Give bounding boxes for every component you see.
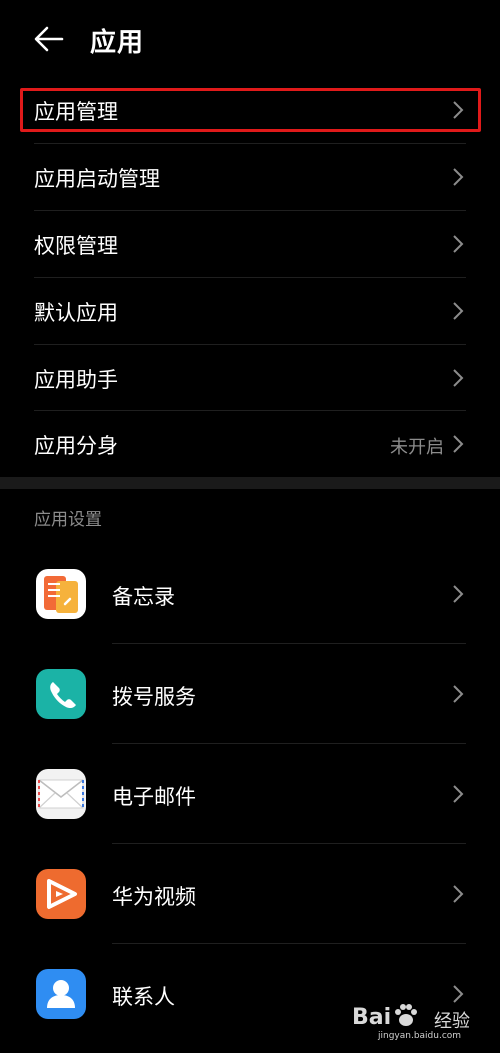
menu-item-app-assistant[interactable]: 应用助手	[0, 345, 500, 411]
chevron-right-icon	[453, 885, 464, 903]
chevron-right-icon	[453, 685, 464, 703]
chevron-right-icon	[453, 785, 464, 803]
chevron-right-icon	[453, 585, 464, 603]
menu-item-app-launch[interactable]: 应用启动管理	[0, 144, 500, 210]
header: 应用	[0, 0, 500, 80]
contacts-icon	[36, 969, 86, 1019]
watermark-brand: Bai	[352, 1005, 392, 1030]
app-item-email[interactable]: 电子邮件	[0, 744, 500, 844]
baidu-jingyan-watermark: Bai 经验 jingyan.baidu.com	[352, 1003, 472, 1041]
menu-item-label: 应用助手	[34, 368, 118, 392]
app-item-notepad[interactable]: 备忘录	[0, 544, 500, 644]
chevron-right-icon	[453, 235, 464, 253]
chevron-right-icon	[453, 369, 464, 387]
menu-item-label: 权限管理	[34, 234, 118, 258]
section-separator	[0, 477, 500, 489]
section-title: 应用设置	[34, 510, 102, 530]
app-settings-screen: 应用 应用管理 应用启动管理 权限管理 默认应用 应用助手 应用分身 未开启 应…	[0, 0, 500, 1053]
page-title: 应用	[90, 28, 145, 58]
app-item-label: 华为视频	[112, 885, 196, 909]
back-arrow-icon[interactable]	[34, 26, 64, 52]
app-item-label: 拨号服务	[112, 685, 196, 709]
watermark-url: jingyan.baidu.com	[378, 1031, 462, 1041]
menu-item-label: 应用分身	[34, 434, 118, 458]
phone-icon	[36, 669, 86, 719]
app-twin-status: 未开启	[390, 437, 444, 458]
video-icon	[36, 869, 86, 919]
chevron-right-icon	[453, 985, 464, 1003]
app-item-dialer[interactable]: 拨号服务	[0, 644, 500, 744]
app-item-label: 备忘录	[112, 585, 175, 609]
paw-icon	[395, 1004, 417, 1026]
chevron-right-icon	[453, 435, 464, 453]
menu-item-permission-management[interactable]: 权限管理	[0, 211, 500, 277]
notepad-icon	[36, 569, 86, 619]
menu-item-default-apps[interactable]: 默认应用	[0, 278, 500, 344]
watermark-suffix: 经验	[434, 1011, 470, 1032]
app-item-label: 联系人	[112, 985, 175, 1009]
app-item-huawei-video[interactable]: 华为视频	[0, 844, 500, 944]
chevron-right-icon	[453, 302, 464, 320]
email-icon	[36, 769, 86, 819]
menu-item-app-twin[interactable]: 应用分身 未开启	[0, 411, 500, 477]
chevron-right-icon	[453, 168, 464, 186]
highlight-annotation-box	[20, 88, 481, 132]
menu-item-label: 应用启动管理	[34, 167, 160, 191]
menu-item-label: 默认应用	[34, 301, 118, 325]
app-item-label: 电子邮件	[112, 785, 196, 809]
